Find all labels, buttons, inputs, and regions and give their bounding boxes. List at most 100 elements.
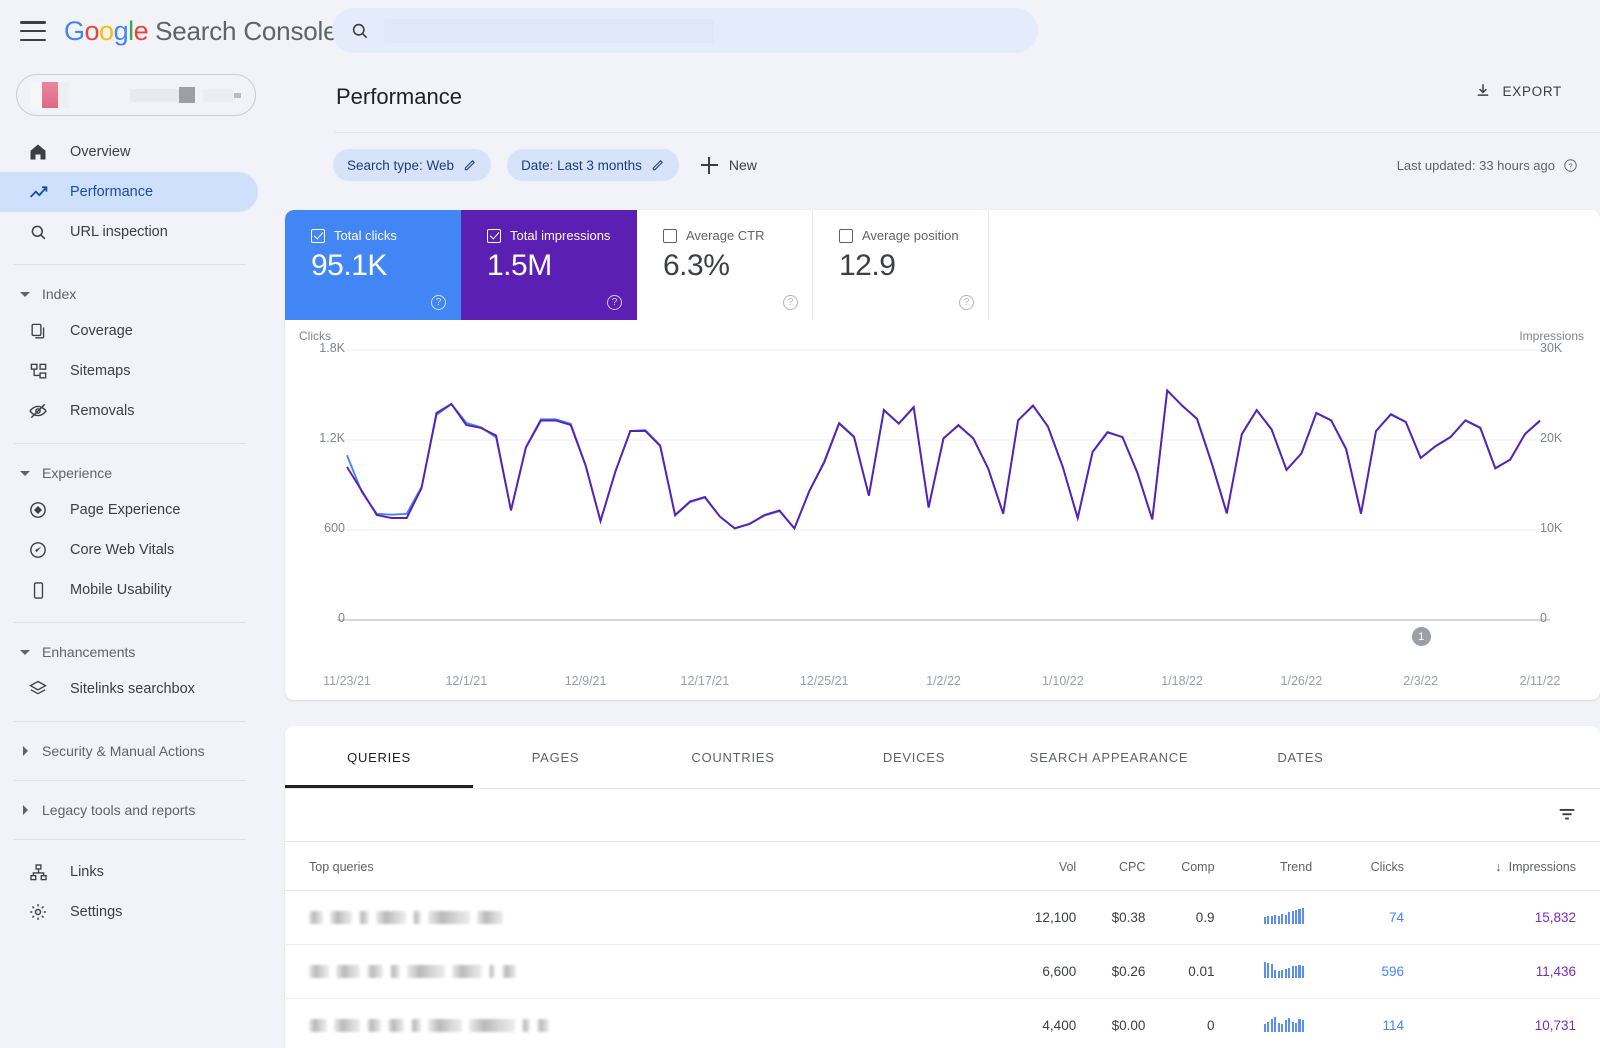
arrow-down-icon: ↓ (1495, 859, 1502, 874)
chevron-down-icon (234, 92, 241, 98)
mobile-icon (26, 578, 50, 602)
sidebar-item-coverage[interactable]: Coverage (0, 311, 258, 351)
column-header-top-queries[interactable]: Top queries (285, 842, 997, 891)
search-input[interactable] (332, 8, 1038, 53)
sidebar-group-index[interactable]: Index (0, 277, 272, 311)
column-header-label: CPC (1118, 859, 1146, 874)
divider (14, 721, 246, 722)
x-axis-tick: 12/17/21 (680, 674, 730, 688)
metric-value: 95.1K (311, 249, 387, 282)
property-selector[interactable] (16, 74, 256, 116)
cell-clicks[interactable]: 596 (1312, 944, 1422, 999)
metric-checkbox[interactable] (663, 228, 677, 243)
help-circle-icon[interactable]: ? (959, 295, 974, 310)
table-row[interactable]: 12,100 $0.38 0.9 74 15,832 (285, 890, 1600, 945)
top-app-bar: Google Search Console (0, 0, 1600, 62)
y-axis-right-tick: 10K (1540, 521, 1563, 535)
x-axis-tick: 1/18/22 (1161, 674, 1203, 688)
sidebar-item-sitemaps[interactable]: Sitemaps (0, 351, 258, 391)
metric-card-average-ctr[interactable]: Average CTR 6.3% ? (637, 210, 813, 320)
brand: Google Search Console (64, 16, 338, 47)
help-circle-icon[interactable]: ? (607, 295, 622, 310)
x-axis-tick: 12/9/21 (564, 674, 607, 688)
trending-up-icon (26, 180, 50, 204)
sidebar-group-experience[interactable]: Experience (0, 456, 272, 490)
sidebar-group-label: Index (42, 286, 77, 302)
sidebar-item-removals[interactable]: Removals (0, 391, 258, 431)
metric-card-total-impressions[interactable]: Total impressions 1.5M ? (461, 210, 637, 320)
metric-checkbox[interactable] (839, 228, 853, 243)
column-header-comp[interactable]: Comp (1145, 842, 1215, 891)
help-circle-icon[interactable]: ? (1563, 158, 1578, 173)
cell-impressions[interactable]: 10,731 (1421, 998, 1600, 1048)
trend-sparkline (1263, 1016, 1305, 1032)
table-row[interactable]: 6,600 $0.26 0.01 596 11,436 (285, 944, 1600, 999)
layers-icon (26, 677, 50, 701)
sidebar-group-security[interactable]: Security & Manual Actions (0, 734, 272, 768)
svg-text:?: ? (1568, 161, 1572, 170)
filter-chip-date[interactable]: Date: Last 3 months (507, 149, 679, 181)
help-circle-icon[interactable]: ? (783, 295, 798, 310)
sidebar-item-performance[interactable]: Performance (0, 172, 258, 212)
tab-devices[interactable]: DEVICES (828, 726, 1000, 788)
sidebar-item-page-experience[interactable]: Page Experience (0, 490, 258, 530)
sidebar-group-legacy[interactable]: Legacy tools and reports (0, 793, 272, 827)
diamond-icon (26, 498, 50, 522)
sidebar-item-links[interactable]: Links (0, 852, 258, 892)
property-suffix-redacted (203, 88, 233, 102)
sidebar-item-core-web-vitals[interactable]: Core Web Vitals (0, 530, 258, 570)
tab-pages[interactable]: PAGES (473, 726, 638, 788)
table-toolbar (285, 789, 1600, 841)
hamburger-icon[interactable] (20, 21, 46, 41)
metric-card-total-clicks[interactable]: Total clicks 95.1K ? (285, 210, 461, 320)
export-button[interactable]: EXPORT (1474, 82, 1562, 100)
sidebar-item-label: Sitelinks searchbox (70, 681, 195, 697)
sidebar-item-settings[interactable]: Settings (0, 892, 258, 932)
new-filter-button[interactable]: New (695, 156, 757, 174)
y-axis-left-tick: 1.8K (319, 341, 345, 355)
search-icon (352, 23, 368, 38)
sidebar-item-mobile-usability[interactable]: Mobile Usability (0, 570, 258, 610)
sidebar-item-sitelinks-searchbox[interactable]: Sitelinks searchbox (0, 669, 258, 709)
tab-search-appearance[interactable]: SEARCH APPEARANCE (1000, 726, 1218, 788)
cell-vol: 4,400 (996, 998, 1077, 1048)
filter-bar: Search type: Web Date: Last 3 months New… (272, 132, 1600, 198)
filter-chip-search-type[interactable]: Search type: Web (333, 149, 492, 181)
tab-dates[interactable]: DATES (1218, 726, 1383, 788)
sidebar-group-label: Legacy tools and reports (42, 802, 196, 818)
metric-card-average-position[interactable]: Average position 12.9 ? (813, 210, 989, 320)
cell-impressions[interactable]: 15,832 (1421, 890, 1600, 945)
pages-icon (26, 319, 50, 343)
sidebar-item-url-inspection[interactable]: URL inspection (0, 212, 258, 252)
tab-queries[interactable]: QUERIES (285, 726, 473, 788)
metric-label: Total impressions (510, 228, 611, 243)
gear-icon (26, 900, 50, 924)
sidebar-group-enhancements[interactable]: Enhancements (0, 635, 272, 669)
plus-icon (700, 156, 718, 174)
cell-impressions[interactable]: 11,436 (1421, 944, 1600, 999)
x-axis-tick: 12/1/21 (445, 674, 488, 688)
column-header-vol[interactable]: Vol (996, 842, 1077, 891)
filter-list-icon[interactable] (1556, 803, 1578, 825)
tab-countries[interactable]: COUNTRIES (638, 726, 828, 788)
cell-clicks[interactable]: 114 (1312, 998, 1422, 1048)
cell-clicks[interactable]: 74 (1312, 890, 1422, 945)
cell-comp: 0.9 (1145, 890, 1215, 945)
metric-checkbox[interactable] (487, 228, 501, 243)
links-icon (26, 860, 50, 884)
column-header-trend[interactable]: Trend (1214, 842, 1313, 891)
sidebar-item-overview[interactable]: Overview (0, 132, 258, 172)
chart-annotation-marker[interactable]: 1 (1411, 627, 1431, 646)
table-row[interactable]: 4,400 $0.00 0 114 10,731 (285, 998, 1600, 1048)
chevron-right-icon (20, 805, 30, 815)
column-header-clicks[interactable]: Clicks (1312, 842, 1422, 891)
queries-table: Top queries Vol CPC Comp Trend Clicks ↓ Impress… (285, 842, 1600, 1048)
column-header-cpc[interactable]: CPC (1076, 842, 1146, 891)
metric-checkbox[interactable] (311, 228, 325, 243)
metric-label: Average position (862, 228, 959, 243)
metric-cards: Total clicks 95.1K ? Total impressions 1… (285, 210, 1600, 320)
chevron-right-icon (20, 746, 30, 756)
help-circle-icon[interactable]: ? (431, 295, 446, 310)
performance-plot[interactable]: Clicks Impressions 0 600 1.2K 1.8K 0 10K 20K 3… (285, 320, 1600, 700)
column-header-impressions[interactable]: ↓ Impressions (1421, 842, 1600, 891)
